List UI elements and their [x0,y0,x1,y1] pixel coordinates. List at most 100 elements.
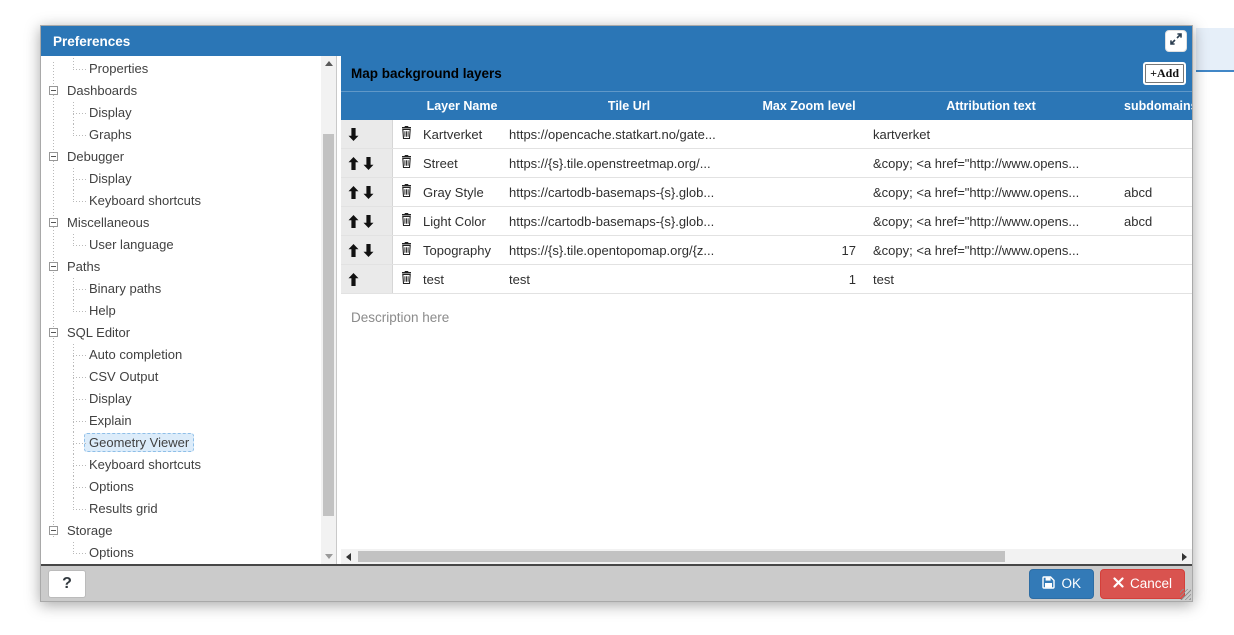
layer-name-cell[interactable]: Light Color [419,207,505,235]
collapse-minus-icon[interactable] [49,86,58,95]
layer-name-cell[interactable]: Street [419,149,505,177]
layer-name-cell[interactable]: Topography [419,236,505,264]
move-down-icon[interactable] [363,215,374,228]
subdomains-cell[interactable] [1117,120,1192,148]
max-zoom-cell[interactable] [753,149,865,177]
tree-item-display[interactable]: Display [41,102,320,124]
grid-header-row: Layer Name Tile Url Max Zoom level Attri… [341,92,1192,120]
tile-url-cell[interactable]: https://{s}.tile.opentopomap.org/{z... [505,236,753,264]
move-up-icon[interactable] [348,273,359,286]
max-zoom-cell[interactable]: 1 [753,265,865,293]
delete-row-button[interactable] [393,236,419,264]
horizontal-scrollbar[interactable] [341,549,1192,564]
tree-item-debugger[interactable]: Debugger [41,146,320,168]
tree-item-label: Graphs [89,127,132,142]
tree-item-miscellaneous[interactable]: Miscellaneous [41,212,320,234]
delete-row-button[interactable] [393,178,419,206]
move-up-icon[interactable] [348,244,359,257]
help-button[interactable]: ? [48,570,86,598]
subdomains-cell[interactable]: abcd [1117,207,1192,235]
tile-url-cell[interactable]: https://{s}.tile.openstreetmap.org/... [505,149,753,177]
scroll-left-arrow-icon[interactable] [341,549,356,564]
subdomains-cell[interactable] [1117,149,1192,177]
subdomains-cell[interactable]: abcd [1117,178,1192,206]
max-zoom-cell[interactable] [753,207,865,235]
tree-item-options[interactable]: Options [41,542,320,564]
scroll-up-arrow-icon[interactable] [321,56,336,71]
scroll-right-arrow-icon[interactable] [1177,549,1192,564]
move-up-icon[interactable] [348,157,359,170]
tree-item-storage[interactable]: Storage [41,520,320,542]
delete-row-button[interactable] [393,265,419,293]
cancel-button[interactable]: Cancel [1100,569,1185,599]
move-down-icon[interactable] [363,186,374,199]
tree-item-explain[interactable]: Explain [41,410,320,432]
tree-item-auto-completion[interactable]: Auto completion [41,344,320,366]
tile-url-cell[interactable]: https://opencache.statkart.no/gate... [505,120,753,148]
scroll-down-arrow-icon[interactable] [321,549,336,564]
layer-name-cell[interactable]: test [419,265,505,293]
tree-item-display[interactable]: Display [41,388,320,410]
tile-url-cell[interactable]: https://cartodb-basemaps-{s}.glob... [505,207,753,235]
tree-item-label: Explain [89,413,132,428]
tile-url-cell[interactable]: https://cartodb-basemaps-{s}.glob... [505,178,753,206]
delete-row-button[interactable] [393,207,419,235]
attribution-cell[interactable]: &copy; <a href="http://www.opens... [865,178,1117,206]
tree-item-help[interactable]: Help [41,300,320,322]
tree-item-binary-paths[interactable]: Binary paths [41,278,320,300]
collapse-minus-icon[interactable] [49,526,58,535]
max-zoom-cell[interactable] [753,178,865,206]
subdomains-cell[interactable] [1117,265,1192,293]
header-attribution: Attribution text [865,92,1117,120]
tree-item-geometry-viewer[interactable]: Geometry Viewer [41,432,320,454]
move-down-icon[interactable] [348,128,359,141]
tree-item-user-language[interactable]: User language [41,234,320,256]
collapse-minus-icon[interactable] [49,328,58,337]
max-zoom-cell[interactable] [753,120,865,148]
description-text: Description here [341,294,1192,549]
move-up-icon[interactable] [348,186,359,199]
move-down-icon[interactable] [363,244,374,257]
tile-url-cell[interactable]: test [505,265,753,293]
collapse-minus-icon[interactable] [49,262,58,271]
tree-item-display[interactable]: Display [41,168,320,190]
tree-item-properties[interactable]: Properties [41,58,320,80]
maximize-button[interactable] [1165,30,1187,52]
layer-name-cell[interactable]: Gray Style [419,178,505,206]
resize-grip[interactable] [1180,589,1191,600]
delete-row-button[interactable] [393,120,419,148]
tree-item-keyboard-shortcuts[interactable]: Keyboard shortcuts [41,190,320,212]
horizontal-scrollbar-thumb[interactable] [358,551,1005,562]
attribution-cell[interactable]: kartverket [865,120,1117,148]
tree-item-csv-output[interactable]: CSV Output [41,366,320,388]
tree-item-options[interactable]: Options [41,476,320,498]
tree-scrollbar[interactable] [321,56,336,564]
delete-row-button[interactable] [393,149,419,177]
max-zoom-cell[interactable]: 17 [753,236,865,264]
tree-item-label: Dashboards [67,83,137,98]
tree-item-label: Debugger [67,149,124,164]
tree-item-label: Binary paths [89,281,161,296]
tree-item-paths[interactable]: Paths [41,256,320,278]
tree-item-results-grid[interactable]: Results grid [41,498,320,520]
collapse-minus-icon[interactable] [49,152,58,161]
tree-item-graphs[interactable]: Graphs [41,124,320,146]
attribution-cell[interactable]: &copy; <a href="http://www.opens... [865,149,1117,177]
dialog-titlebar[interactable]: Preferences [41,26,1192,56]
attribution-cell[interactable]: &copy; <a href="http://www.opens... [865,236,1117,264]
ok-button[interactable]: OK [1029,569,1094,599]
attribution-cell[interactable]: &copy; <a href="http://www.opens... [865,207,1117,235]
move-down-icon[interactable] [363,157,374,170]
tree-scrollbar-thumb[interactable] [323,134,334,516]
attribution-cell[interactable]: test [865,265,1117,293]
collapse-minus-icon[interactable] [49,218,58,227]
header-layer-name: Layer Name [419,92,505,120]
layer-name-cell[interactable]: Kartverket [419,120,505,148]
tree-item-keyboard-shortcuts[interactable]: Keyboard shortcuts [41,454,320,476]
move-up-icon[interactable] [348,215,359,228]
header-actions-spacer [341,92,393,120]
tree-item-dashboards[interactable]: Dashboards [41,80,320,102]
add-layer-button[interactable]: +Add [1145,64,1184,83]
subdomains-cell[interactable] [1117,236,1192,264]
tree-item-sql-editor[interactable]: SQL Editor [41,322,320,344]
